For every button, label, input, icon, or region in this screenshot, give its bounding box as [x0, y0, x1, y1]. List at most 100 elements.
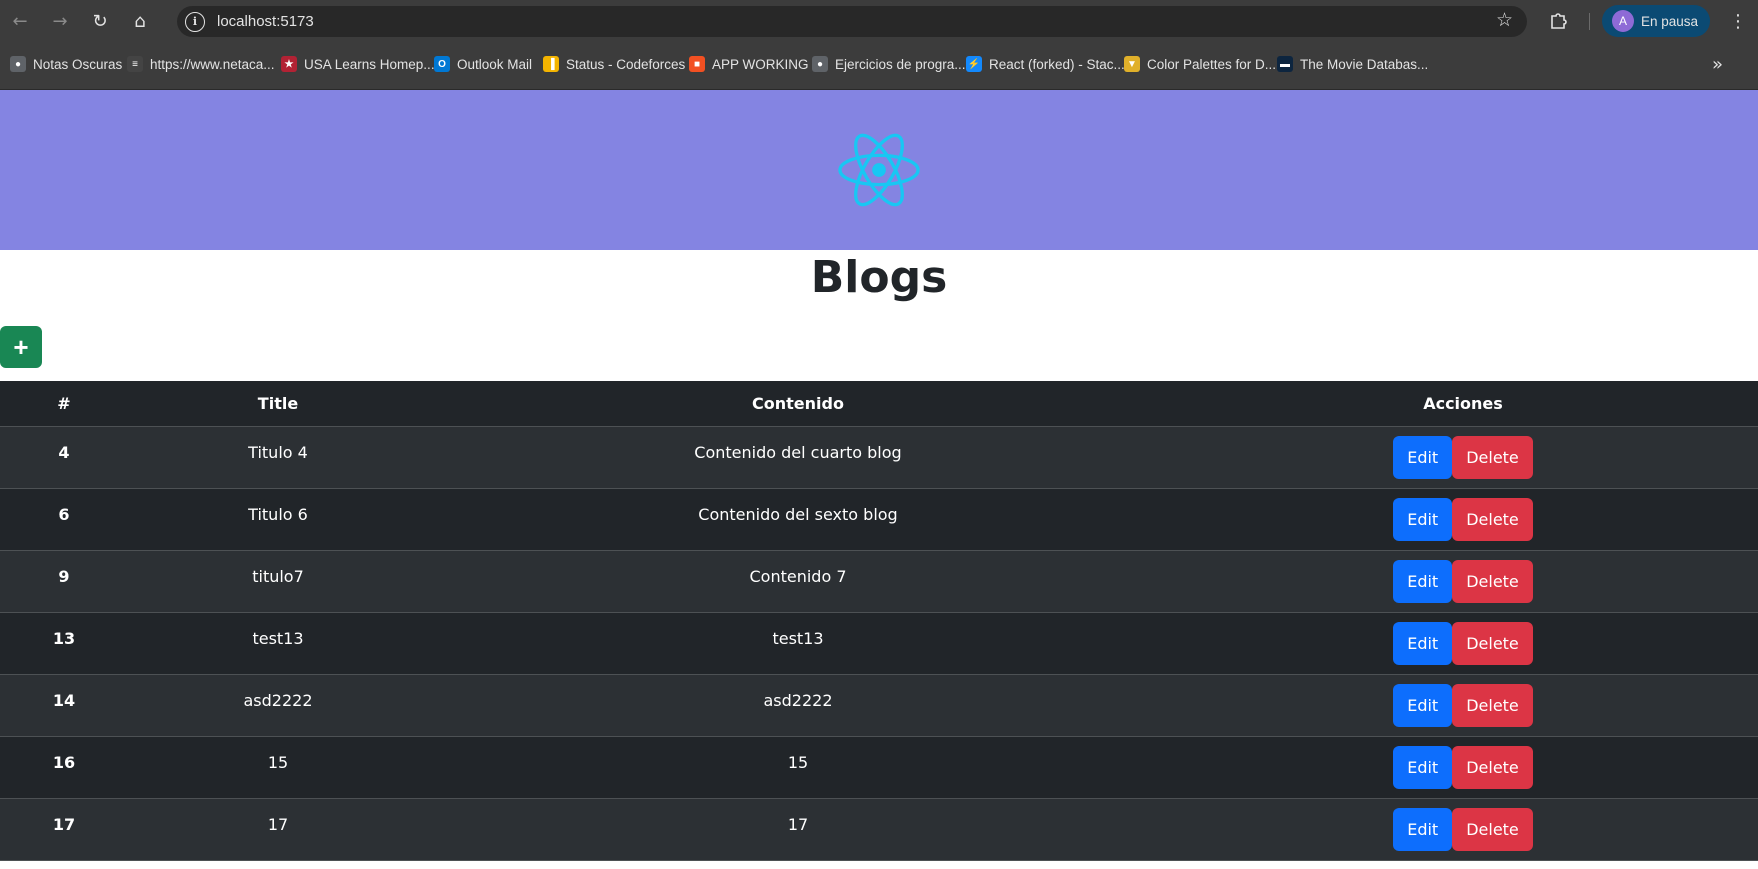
kebab-menu-icon[interactable]: ⋮	[1728, 8, 1748, 34]
url-text[interactable]: localhost:5173	[217, 13, 314, 30]
bookmark-label: USA Learns Homep...	[304, 56, 435, 72]
bookmark-label: https://www.netaca...	[150, 56, 275, 72]
star-flag-icon: ★	[281, 56, 297, 72]
cell-content: Contenido 7	[428, 550, 1168, 613]
bookmark-item[interactable]: ▐ Status - Codeforces	[543, 56, 685, 72]
globe-icon: ●	[10, 56, 26, 72]
bookmark-item[interactable]: ▼ Color Palettes for D...	[1124, 56, 1276, 72]
cell-id: 14	[0, 674, 128, 737]
extensions-icon[interactable]	[1545, 8, 1571, 34]
netacad-icon: ≡	[127, 56, 143, 72]
cell-content: asd2222	[428, 674, 1168, 737]
table-row: 9 titulo7 Contenido 7 Edit Delete	[0, 550, 1758, 613]
toolbar-separator	[1589, 13, 1590, 30]
delete-button[interactable]: Delete	[1452, 807, 1533, 851]
add-blog-button[interactable]: +	[0, 326, 42, 368]
cell-title: asd2222	[128, 674, 428, 737]
hero-banner	[0, 90, 1758, 250]
bookmark-label: Status - Codeforces	[566, 56, 686, 72]
blogs-table: # Title Contenido Acciones 4 Titulo 4 Cont…	[0, 381, 1758, 861]
bookmark-label: APP WORKING	[712, 56, 809, 72]
cell-actions: Edit Delete	[1168, 488, 1758, 551]
cell-content: Contenido del sexto blog	[428, 488, 1168, 551]
home-icon[interactable]: ⌂	[126, 7, 154, 35]
cell-id: 6	[0, 488, 128, 551]
site-info-icon[interactable]: i	[185, 11, 205, 32]
table-row: 14 asd2222 asd2222 Edit Delete	[0, 674, 1758, 737]
edit-button[interactable]: Edit	[1393, 497, 1453, 541]
bookmark-item[interactable]: O Outlook Mail	[434, 56, 532, 72]
profile-status-label: En pausa	[1641, 13, 1699, 29]
table-row: 4 Titulo 4 Contenido del cuarto blog Edit De…	[0, 426, 1758, 489]
bookmarks-bar: » ● Notas Oscuras ≡ https://www.netaca... ★ U…	[0, 42, 1758, 90]
bookmark-item[interactable]: ● Ejercicios de progra...	[812, 56, 966, 72]
microsoft-icon: ■	[689, 56, 705, 72]
cell-content: 17	[428, 798, 1168, 861]
edit-button[interactable]: Edit	[1393, 683, 1453, 727]
delete-button[interactable]: Delete	[1452, 745, 1533, 789]
header-id: #	[0, 381, 128, 427]
edit-button[interactable]: Edit	[1393, 621, 1453, 665]
chevron-double-right-icon[interactable]: »	[1712, 54, 1723, 75]
edit-button[interactable]: Edit	[1393, 435, 1453, 479]
bookmark-star-icon[interactable]: ☆	[1496, 9, 1513, 31]
bookmark-label: Outlook Mail	[457, 56, 533, 72]
cell-content: Contenido del cuarto blog	[428, 426, 1168, 489]
cell-id: 13	[0, 612, 128, 675]
tmdb-icon: ▬	[1277, 56, 1293, 72]
bookmark-item[interactable]: ⚡ React (forked) - Stac...	[966, 56, 1125, 72]
bookmark-label: Ejercicios de progra...	[835, 56, 966, 72]
reload-icon[interactable]: ↻	[86, 7, 114, 35]
table-header-row: # Title Contenido Acciones	[0, 381, 1758, 427]
cell-title: test13	[128, 612, 428, 675]
delete-button[interactable]: Delete	[1452, 559, 1533, 603]
cell-actions: Edit Delete	[1168, 674, 1758, 737]
bookmark-label: React (forked) - Stac...	[989, 56, 1125, 72]
cell-actions: Edit Delete	[1168, 426, 1758, 489]
palette-icon: ▼	[1124, 56, 1140, 72]
delete-button[interactable]: Delete	[1452, 683, 1533, 727]
delete-button[interactable]: Delete	[1452, 497, 1533, 541]
edit-button[interactable]: Edit	[1393, 559, 1453, 603]
header-actions: Acciones	[1168, 381, 1758, 427]
cell-content: 15	[428, 736, 1168, 799]
codeforces-icon: ▐	[543, 56, 559, 72]
cell-title: 15	[128, 736, 428, 799]
table-row: 16 15 15 Edit Delete	[0, 736, 1758, 799]
browser-toolbar: ← → ↻ ⌂ i localhost:5173 ☆ A En pausa ⋮	[0, 0, 1758, 42]
forward-arrow-icon[interactable]: →	[46, 7, 74, 35]
bookmark-item[interactable]: ★ USA Learns Homep...	[281, 56, 435, 72]
globe-icon: ●	[812, 56, 828, 72]
bolt-icon: ⚡	[966, 56, 982, 72]
profile-button[interactable]: A En pausa	[1602, 5, 1710, 37]
react-logo-icon	[838, 133, 920, 207]
cell-title: titulo7	[128, 550, 428, 613]
back-arrow-icon[interactable]: ←	[6, 7, 34, 35]
table-row: 13 test13 test13 Edit Delete	[0, 612, 1758, 675]
delete-button[interactable]: Delete	[1452, 621, 1533, 665]
avatar: A	[1612, 10, 1634, 32]
cell-actions: Edit Delete	[1168, 612, 1758, 675]
table-row: 6 Titulo 6 Contenido del sexto blog Edit Del…	[0, 488, 1758, 551]
bookmark-item[interactable]: ≡ https://www.netaca...	[127, 56, 275, 72]
cell-content: test13	[428, 612, 1168, 675]
cell-id: 4	[0, 426, 128, 489]
cell-actions: Edit Delete	[1168, 550, 1758, 613]
bookmark-label: Notas Oscuras	[33, 56, 123, 72]
edit-button[interactable]: Edit	[1393, 745, 1453, 789]
bookmark-item[interactable]: ▬ The Movie Databas...	[1277, 56, 1428, 72]
header-title: Title	[128, 381, 428, 427]
bookmark-label: Color Palettes for D...	[1147, 56, 1277, 72]
bookmark-item[interactable]: ● Notas Oscuras	[10, 56, 122, 72]
delete-button[interactable]: Delete	[1452, 435, 1533, 479]
cell-title: Titulo 6	[128, 488, 428, 551]
table-row: 17 17 17 Edit Delete	[0, 798, 1758, 861]
cell-title: Titulo 4	[128, 426, 428, 489]
page-title: Blogs	[810, 252, 948, 303]
cell-title: 17	[128, 798, 428, 861]
outlook-icon: O	[434, 56, 450, 72]
edit-button[interactable]: Edit	[1393, 807, 1453, 851]
bookmark-item[interactable]: ■ APP WORKING	[689, 56, 809, 72]
address-bar[interactable]: i localhost:5173 ☆	[177, 6, 1527, 37]
bookmark-label: The Movie Databas...	[1300, 56, 1429, 72]
